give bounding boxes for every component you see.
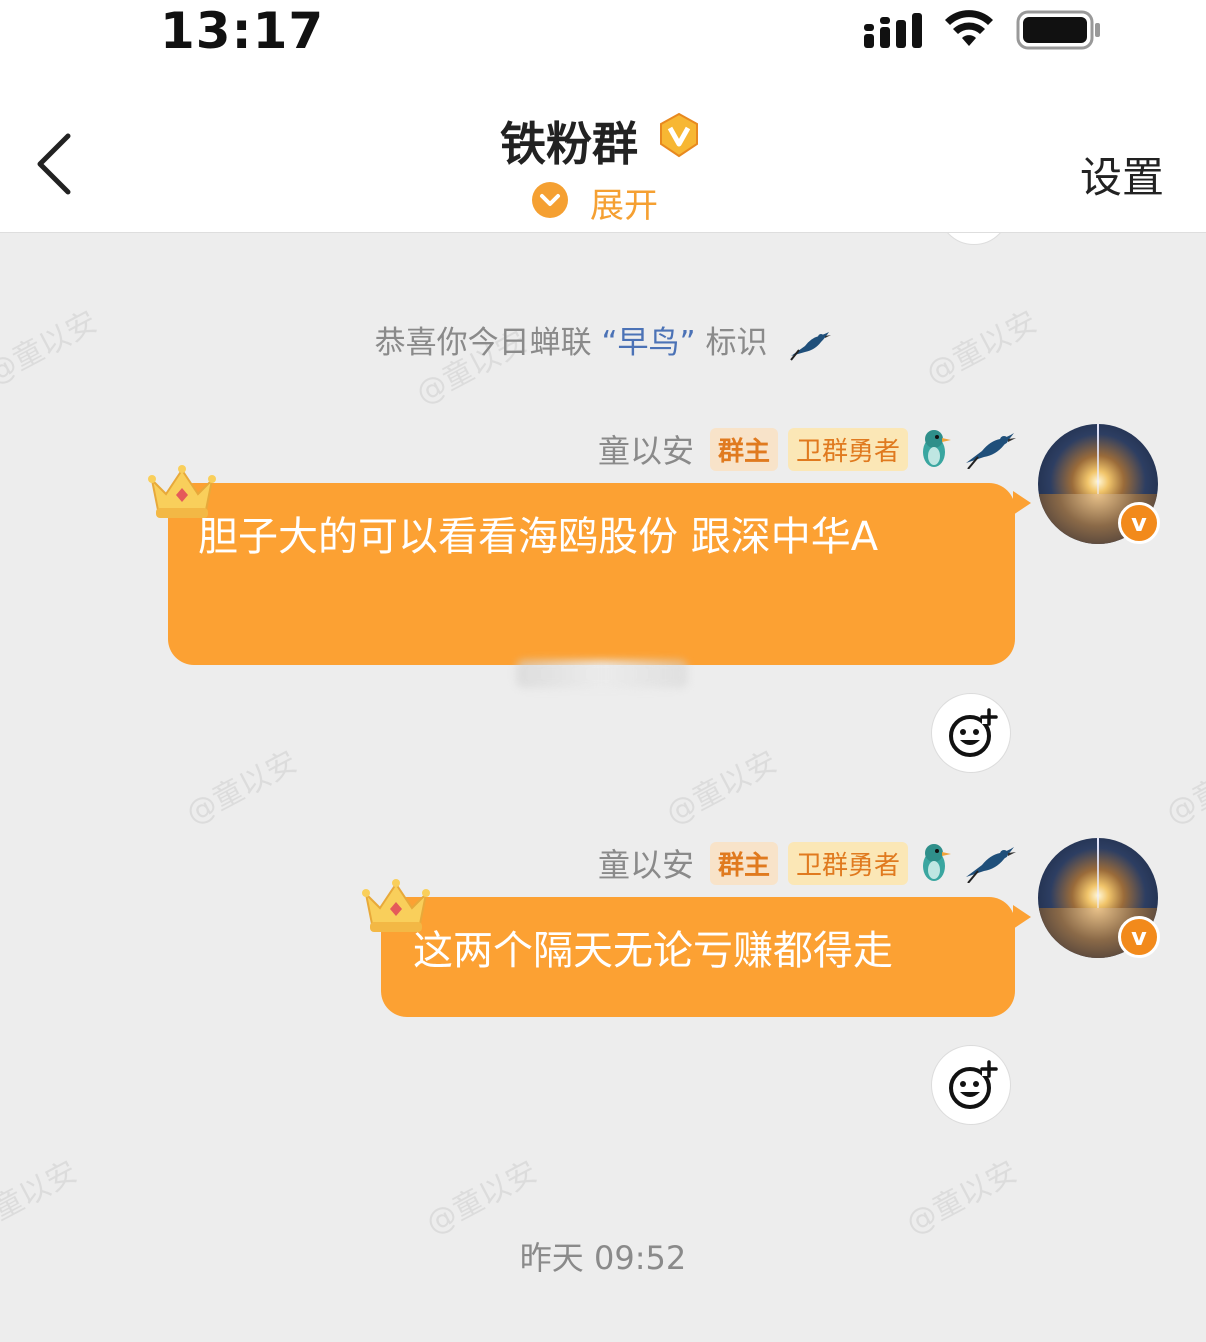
watermark: @童以安 [0, 1154, 83, 1242]
vip-badge: v [1118, 502, 1160, 544]
status-bar: 13:17 [0, 0, 1206, 80]
title-badge: 卫群勇者 [787, 841, 908, 885]
add-emoji-icon [949, 708, 998, 757]
bird-icon [966, 433, 1016, 469]
message-header: 童以安 群主 卫群勇者 [598, 841, 1016, 885]
verified-badge-icon [660, 112, 698, 158]
expand-label: 展开 [590, 186, 658, 226]
watermark: @童以安 [1160, 744, 1206, 832]
crown-icon [148, 465, 216, 518]
watermark: @童以安 [660, 744, 783, 832]
signal-icon [864, 13, 922, 48]
timestamp: 昨天 09:52 [519, 1239, 687, 1277]
back-chevron-icon[interactable] [28, 132, 80, 196]
early-bird-label[interactable]: “早鸟” [602, 325, 696, 361]
watermark: @童以安 [420, 1154, 543, 1242]
nav-bar: 铁粉群 展开 设置 [0, 80, 1206, 233]
blurred-reference [516, 660, 688, 688]
group-title: 铁粉群 [500, 117, 638, 171]
status-time: 13:17 [160, 2, 325, 60]
system-message-suffix: 标识 [695, 325, 768, 361]
message-bubble[interactable]: 胆子大的可以看看海鸥股份 跟深中华A [168, 483, 1015, 665]
message-header: 童以安 群主 卫群勇者 [598, 427, 1016, 471]
system-message-prefix: 恭喜你今日蝉联 [374, 325, 602, 361]
vip-badge: v [1118, 916, 1160, 958]
sender-name[interactable]: 童以安 [598, 840, 694, 886]
role-badge: 群主 [709, 841, 778, 885]
bird-icon [966, 847, 1016, 883]
add-reaction-button[interactable] [931, 693, 1011, 773]
crown-icon [362, 879, 430, 932]
kingfisher-icon [923, 430, 951, 467]
watermark: @童以安 [180, 744, 303, 832]
chat-area[interactable]: @童以安 @童以安 @童以安 @童以安 @童以安 @童以安 @童以安 @童以安 … [0, 233, 1206, 1342]
system-message: 恭喜你今日蝉联 “早鸟” 标识 [0, 317, 1206, 362]
previous-reaction-button[interactable] [938, 233, 1010, 245]
add-reaction-button[interactable] [931, 1045, 1011, 1125]
message-bubble[interactable]: 这两个隔天无论亏赚都得走 [381, 897, 1015, 1017]
add-emoji-icon [949, 1060, 998, 1109]
sender-name[interactable]: 童以安 [598, 426, 694, 472]
chevron-down-icon [532, 182, 568, 218]
title-badge: 卫群勇者 [787, 427, 908, 471]
wifi-icon [945, 10, 993, 46]
watermark: @童以安 [900, 1154, 1023, 1242]
early-bird-icon [790, 331, 832, 361]
kingfisher-icon [923, 844, 951, 881]
settings-button[interactable]: 设置 [1080, 144, 1164, 205]
role-badge: 群主 [709, 427, 778, 471]
battery-icon [1016, 10, 1100, 50]
